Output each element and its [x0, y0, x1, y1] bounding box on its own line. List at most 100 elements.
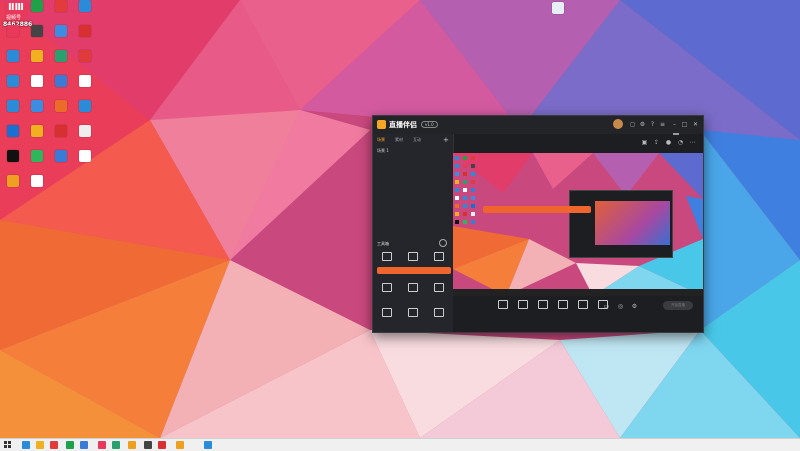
- desktop-icon[interactable]: [2, 150, 24, 172]
- start-live-button[interactable]: 开始直播: [663, 301, 693, 310]
- layout-icon[interactable]: ▣: [641, 139, 648, 146]
- preview-icon: [463, 156, 467, 160]
- taskbar-app-icon[interactable]: [98, 441, 106, 449]
- desktop-icon[interactable]: [26, 100, 48, 122]
- scene-item[interactable]: 场景 1: [377, 148, 389, 154]
- desktop-icon[interactable]: [74, 0, 96, 22]
- minimize-icon[interactable]: –: [671, 121, 678, 128]
- display-icon[interactable]: ▭: [603, 303, 610, 310]
- tool-list[interactable]: [428, 283, 450, 303]
- desktop-icon[interactable]: [2, 25, 24, 47]
- taskbar-app-icon[interactable]: [204, 441, 212, 449]
- app-titlebar[interactable]: 直播伴侣 v1.0 ◻ ⚙ ? ≡ – □ ✕: [373, 116, 703, 135]
- desktop-icon[interactable]: [74, 75, 96, 97]
- app-icon: [79, 125, 91, 137]
- desktop-icon[interactable]: [2, 100, 24, 122]
- window-button[interactable]: [533, 300, 553, 322]
- app-icon: [7, 75, 19, 87]
- desktop-icon[interactable]: [74, 25, 96, 47]
- media-button[interactable]: [553, 300, 573, 322]
- desktop-icon[interactable]: [50, 75, 72, 97]
- camera-button[interactable]: [513, 300, 533, 322]
- taskbar-app-icon[interactable]: [36, 441, 44, 449]
- desktop-icon[interactable]: [26, 50, 48, 72]
- windows-start-icon[interactable]: [4, 441, 12, 449]
- close-icon[interactable]: ✕: [692, 121, 699, 128]
- file-icon: [552, 2, 564, 14]
- desktop-icon[interactable]: [2, 125, 24, 147]
- add-scene-icon[interactable]: +: [443, 136, 449, 144]
- desktop-icon[interactable]: [50, 125, 72, 147]
- tab-material[interactable]: 素材: [395, 137, 403, 143]
- live-app-window[interactable]: 直播伴侣 v1.0 ◻ ⚙ ? ≡ – □ ✕ 场景 素材 互动 + 场景 1 …: [372, 115, 704, 333]
- tool-music[interactable]: [402, 283, 424, 303]
- tool-settings[interactable]: [376, 283, 398, 303]
- record-icon[interactable]: ●: [665, 139, 672, 146]
- share-icon[interactable]: ⇪: [653, 139, 660, 146]
- desktop-icon[interactable]: [2, 175, 24, 197]
- desktop-icon[interactable]: [50, 150, 72, 172]
- app-icon: [7, 175, 19, 187]
- tool-book[interactable]: [402, 308, 424, 328]
- tool-trophy[interactable]: [428, 308, 450, 328]
- preview-icon: [455, 196, 459, 200]
- desktop-icon[interactable]: [26, 0, 48, 22]
- desktop-icon[interactable]: [74, 50, 96, 72]
- app-icon: [55, 0, 67, 12]
- desktop-icon[interactable]: [2, 50, 24, 72]
- nested-app-window: [569, 190, 673, 258]
- taskbar-app-icon[interactable]: [144, 441, 152, 449]
- desktop-icon[interactable]: [26, 150, 48, 172]
- tab-interact[interactable]: 互动: [413, 137, 421, 143]
- desktop-icon[interactable]: [26, 25, 48, 47]
- beauty-icon[interactable]: ◎: [617, 303, 624, 310]
- avatar[interactable]: [613, 119, 623, 129]
- notice-bar[interactable]: [377, 267, 451, 274]
- desktop-icon[interactable]: [50, 25, 72, 47]
- taskbar-app-icon[interactable]: [158, 441, 166, 449]
- taskbar-app-icon[interactable]: [66, 441, 74, 449]
- taskbar-app-icon[interactable]: [22, 441, 30, 449]
- tab-scene[interactable]: 场景: [377, 137, 385, 143]
- taskbar-app-icon[interactable]: [80, 441, 88, 449]
- recycle-bin-icon[interactable]: [547, 2, 569, 24]
- desktop-icon[interactable]: [26, 175, 48, 197]
- desktop-icon[interactable]: [50, 0, 72, 22]
- desktop-icon[interactable]: [26, 125, 48, 147]
- preview-icon: [471, 156, 475, 160]
- desktop-icon[interactable]: [50, 50, 72, 72]
- preview-icon: [463, 188, 467, 192]
- desktop-icon[interactable]: [50, 100, 72, 122]
- more-icon[interactable]: ⋯: [689, 139, 696, 146]
- app-icon: [79, 25, 91, 37]
- desktop-icon[interactable]: [74, 100, 96, 122]
- message-icon[interactable]: ◻: [629, 121, 636, 128]
- app-icon: [31, 50, 43, 62]
- notify-icon[interactable]: ◔: [677, 139, 684, 146]
- help-icon[interactable]: ?: [649, 121, 656, 128]
- music-icon: [408, 283, 418, 292]
- tools-settings-icon[interactable]: [439, 239, 447, 247]
- tool-flag[interactable]: [376, 308, 398, 328]
- desktop-icon[interactable]: [74, 125, 96, 147]
- screen-button[interactable]: [493, 300, 513, 322]
- mic-button[interactable]: [573, 300, 593, 322]
- maximize-icon[interactable]: □: [681, 121, 688, 128]
- chat-icon: [382, 252, 392, 261]
- desktop-icon[interactable]: [2, 75, 24, 97]
- taskbar-app-icon[interactable]: [128, 441, 136, 449]
- gear-icon[interactable]: ⚙: [631, 303, 638, 310]
- desktop-icon[interactable]: [74, 150, 96, 172]
- tools-title: 工具箱: [377, 241, 389, 246]
- preview-icon: [455, 156, 459, 160]
- taskbar-app-icon[interactable]: [176, 441, 184, 449]
- app-title: 直播伴侣: [389, 121, 417, 129]
- taskbar-app-icon[interactable]: [112, 441, 120, 449]
- desktop-icon[interactable]: [26, 75, 48, 97]
- flag-icon: [382, 308, 392, 317]
- settings-icon[interactable]: ⚙: [639, 121, 646, 128]
- preview-icon: [463, 204, 467, 208]
- menu-icon[interactable]: ≡: [659, 121, 666, 128]
- taskbar-app-icon[interactable]: [50, 441, 58, 449]
- live-preview[interactable]: [453, 153, 703, 296]
